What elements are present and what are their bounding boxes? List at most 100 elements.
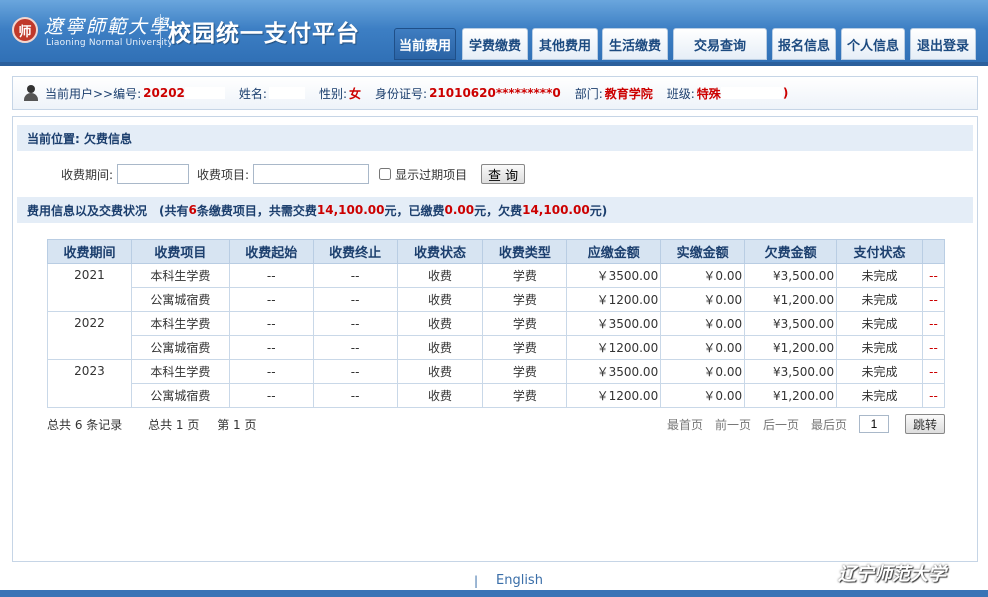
- fee-summary: 费用信息以及交费状况 (共有 6 条缴费项目，共需交费 14,100.00 元，…: [17, 197, 973, 223]
- total-records: 总共 6 条记录: [47, 417, 123, 432]
- cell-action[interactable]: --: [921, 359, 946, 384]
- cell-status: 收费: [396, 287, 484, 312]
- cell-action[interactable]: --: [921, 335, 946, 360]
- col-type: 收费类型: [482, 239, 568, 264]
- cell-due: ￥3500.00: [566, 311, 662, 336]
- table-row: 2021 本科生学费 -- -- 收费 学费 ￥3500.00 ￥0.00 ¥3,500.00 未…: [47, 263, 946, 312]
- period-input[interactable]: [117, 164, 190, 184]
- cell-owed: ¥3,500.00: [744, 311, 838, 336]
- col-action: [921, 239, 946, 264]
- cell-owed: ¥1,200.00: [744, 383, 838, 408]
- platform-title: 校园统一支付平台: [168, 21, 360, 47]
- col-item: 收费项目: [130, 239, 230, 264]
- user-icon: [23, 85, 39, 101]
- nav-living-payment[interactable]: 生活缴费: [602, 28, 668, 60]
- nav-logout[interactable]: 退出登录: [910, 28, 976, 60]
- cell-type: 学费: [482, 335, 568, 360]
- col-start: 收费起始: [228, 239, 314, 264]
- cell-status: 收费: [396, 335, 484, 360]
- period-label: 收费期间:: [61, 167, 114, 182]
- cell-paid: ￥0.00: [660, 311, 746, 336]
- cell-pay-status: 未完成: [836, 383, 923, 408]
- nav-registration-info[interactable]: 报名信息: [772, 28, 836, 60]
- cell-action[interactable]: --: [921, 263, 946, 288]
- item-input[interactable]: [253, 164, 370, 184]
- page-number-input[interactable]: [859, 415, 889, 433]
- table-row: 公寓城宿费 -- -- 收费 学费 ￥1200.00 ￥0.00 ¥1,200.00 未完成 --: [48, 383, 946, 408]
- header: 师 遼寧師範大學 Liaoning Normal University 校园统一…: [0, 0, 988, 64]
- cell-start: --: [228, 383, 314, 408]
- breadcrumb: 当前位置: 欠费信息: [17, 125, 973, 151]
- show-expired-checkbox[interactable]: [379, 168, 392, 180]
- total-pages: 总共 1 页: [148, 417, 200, 432]
- cell-action[interactable]: --: [921, 311, 946, 336]
- jump-button[interactable]: 跳转: [905, 414, 945, 434]
- col-due: 应缴金额: [566, 239, 662, 264]
- cell-item: 本科生学费: [130, 263, 230, 288]
- cell-item: 公寓城宿费: [130, 335, 230, 360]
- fee-summary-text: (共有: [159, 203, 189, 218]
- nav-personal-info[interactable]: 个人信息: [841, 28, 905, 60]
- cell-action[interactable]: --: [921, 287, 946, 312]
- col-pay-status: 支付状态: [836, 239, 923, 264]
- query-button[interactable]: 查 询: [481, 164, 526, 184]
- main-panel: 当前位置: 欠费信息 收费期间: 收费项目: 显示过期项目 查 询 费用信息以及…: [12, 116, 978, 562]
- cell-due: ￥1200.00: [566, 383, 662, 408]
- next-page-link[interactable]: 后一页: [763, 416, 799, 433]
- cell-due: ￥3500.00: [566, 263, 662, 288]
- cell-due: ￥1200.00: [566, 335, 662, 360]
- cell-type: 学费: [482, 359, 568, 384]
- cell-pay-status: 未完成: [836, 263, 923, 288]
- cell-pay-status: 未完成: [836, 287, 923, 312]
- user-class: 特殊: [696, 86, 721, 101]
- cell-item: 本科生学费: [130, 311, 230, 336]
- first-page-link[interactable]: 最首页: [667, 416, 703, 433]
- cell-owed: ¥3,500.00: [744, 359, 838, 384]
- cell-paid: ￥0.00: [660, 383, 746, 408]
- cell-action[interactable]: --: [921, 383, 946, 408]
- col-end: 收费终止: [312, 239, 398, 264]
- cell-paid: ￥0.00: [660, 263, 746, 288]
- user-gender-label: 性别:: [318, 86, 347, 101]
- cell-period: 2022: [47, 311, 132, 360]
- user-idcard-label: 身份证号:: [375, 86, 428, 101]
- cell-pay-status: 未完成: [836, 359, 923, 384]
- cell-end: --: [312, 263, 398, 288]
- fee-table: 收费期间 收费项目 收费起始 收费终止 收费状态 收费类型 应缴金额 实缴金额 …: [47, 239, 946, 408]
- user-class-suffix: ): [782, 86, 789, 100]
- user-dept-label: 部门:: [574, 86, 603, 101]
- cell-end: --: [312, 383, 398, 408]
- cell-pay-status: 未完成: [836, 311, 923, 336]
- fee-count: 6: [188, 203, 197, 217]
- last-page-link[interactable]: 最后页: [811, 416, 847, 433]
- university-seal-icon: 师: [12, 17, 38, 43]
- table-header-row: 收费期间 收费项目 收费起始 收费终止 收费状态 收费类型 应缴金额 实缴金额 …: [47, 239, 946, 264]
- cell-status: 收费: [396, 311, 484, 336]
- nav-current-fees[interactable]: 当前费用: [394, 28, 456, 60]
- cell-due: ￥3500.00: [566, 359, 662, 384]
- fee-total: 14,100.00: [316, 203, 385, 217]
- cell-item: 本科生学费: [130, 359, 230, 384]
- cell-period: 2021: [47, 263, 132, 312]
- cell-item: 公寓城宿费: [130, 383, 230, 408]
- nav-tuition-payment[interactable]: 学费缴费: [462, 28, 528, 60]
- prev-page-link[interactable]: 前一页: [715, 416, 751, 433]
- nav-other-fees[interactable]: 其他费用: [532, 28, 598, 60]
- cell-start: --: [228, 263, 314, 288]
- nav-transaction-query[interactable]: 交易查询: [673, 28, 767, 60]
- logo-chinese: 遼寧師範大學: [44, 16, 171, 38]
- col-status: 收费状态: [396, 239, 484, 264]
- col-paid: 实缴金额: [660, 239, 746, 264]
- cell-status: 收费: [396, 263, 484, 288]
- current-page: 第 1 页: [217, 417, 257, 432]
- cell-status: 收费: [396, 359, 484, 384]
- cell-paid: ￥0.00: [660, 359, 746, 384]
- cell-pay-status: 未完成: [836, 335, 923, 360]
- english-link[interactable]: English: [496, 573, 543, 588]
- footer-bar: [0, 590, 988, 597]
- cell-owed: ¥1,200.00: [744, 287, 838, 312]
- filter-bar: 收费期间: 收费项目: 显示过期项目 查 询: [13, 161, 973, 187]
- item-label: 收费项目:: [197, 167, 250, 182]
- user-name-label: 姓名:: [238, 86, 267, 101]
- footer-separator: |: [474, 574, 479, 588]
